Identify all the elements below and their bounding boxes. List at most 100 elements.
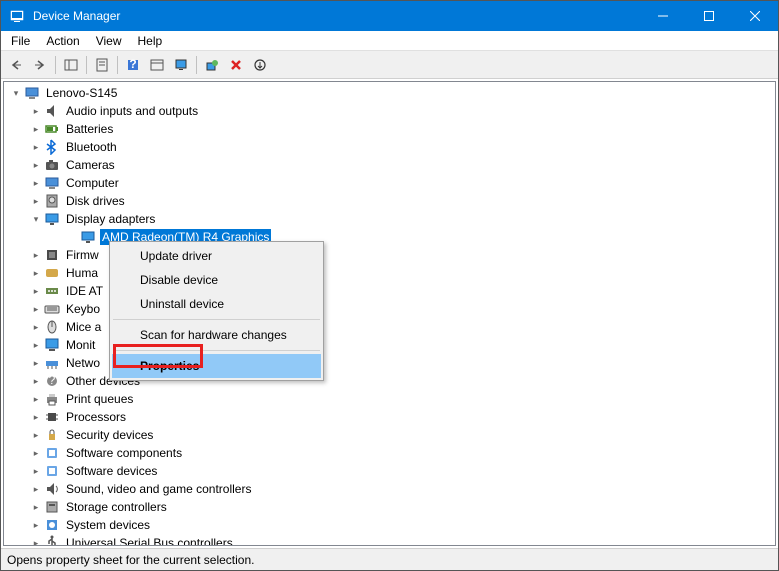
monitor-icon bbox=[44, 337, 60, 353]
show-hide-tree-button[interactable] bbox=[60, 54, 82, 76]
category-label: Disk drives bbox=[64, 193, 127, 209]
bluetooth-icon bbox=[44, 139, 60, 155]
expand-icon[interactable]: ▸ bbox=[28, 355, 44, 371]
category-label: Keybo bbox=[64, 301, 102, 317]
context-menu: Update driverDisable deviceUninstall dev… bbox=[109, 241, 324, 381]
category-label: Print queues bbox=[64, 391, 135, 407]
minimize-button[interactable] bbox=[640, 1, 686, 31]
category-label: Software devices bbox=[64, 463, 159, 479]
category-label: Batteries bbox=[64, 121, 115, 137]
menu-action[interactable]: Action bbox=[38, 32, 87, 50]
ide-icon bbox=[44, 283, 60, 299]
sound-icon bbox=[44, 481, 60, 497]
help-button[interactable]: ? bbox=[122, 54, 144, 76]
expand-icon[interactable]: ▸ bbox=[28, 139, 44, 155]
category-label: Storage controllers bbox=[64, 499, 169, 515]
expand-icon[interactable]: ▸ bbox=[28, 337, 44, 353]
tree-category[interactable]: ▸ Storage controllers bbox=[4, 498, 775, 516]
svg-text:?: ? bbox=[129, 58, 136, 71]
expand-icon[interactable]: ▸ bbox=[28, 463, 44, 479]
expand-icon[interactable]: ▸ bbox=[28, 517, 44, 533]
expand-icon[interactable]: ▸ bbox=[28, 535, 44, 546]
expand-icon[interactable]: ▸ bbox=[28, 175, 44, 191]
tree-category[interactable]: ▸Software components bbox=[4, 444, 775, 462]
scan-hardware-button[interactable] bbox=[201, 54, 223, 76]
category-label: Security devices bbox=[64, 427, 155, 443]
expand-icon[interactable]: ▸ bbox=[28, 265, 44, 281]
category-label: Universal Serial Bus controllers bbox=[64, 535, 235, 546]
action-button[interactable] bbox=[146, 54, 168, 76]
context-item[interactable]: Scan for hardware changes bbox=[112, 323, 321, 347]
tree-category[interactable]: ▸Audio inputs and outputs bbox=[4, 102, 775, 120]
context-separator bbox=[113, 319, 320, 320]
context-item[interactable]: Disable device bbox=[112, 268, 321, 292]
expand-icon[interactable]: ▸ bbox=[28, 319, 44, 335]
svg-text:?: ? bbox=[49, 373, 56, 387]
tree-category[interactable]: ▸ Disk drives bbox=[4, 192, 775, 210]
expand-icon[interactable]: ▸ bbox=[28, 103, 44, 119]
expand-icon[interactable]: ▸ bbox=[28, 193, 44, 209]
disk-icon bbox=[44, 193, 60, 209]
tree-category[interactable]: ▸ Sound, video and game controllers bbox=[4, 480, 775, 498]
category-label: Monit bbox=[64, 337, 97, 353]
expand-icon[interactable]: ▸ bbox=[28, 445, 44, 461]
tree-category[interactable]: ▸Cameras bbox=[4, 156, 775, 174]
category-label: Netwo bbox=[64, 355, 102, 371]
display-icon bbox=[80, 229, 96, 245]
context-item[interactable]: Uninstall device bbox=[112, 292, 321, 316]
monitor-button[interactable] bbox=[170, 54, 192, 76]
firmware-icon bbox=[44, 247, 60, 263]
collapse-icon[interactable]: ▾ bbox=[8, 85, 24, 101]
tree-category[interactable]: ▾Display adapters bbox=[4, 210, 775, 228]
hid-icon bbox=[44, 265, 60, 281]
tree-category[interactable]: ▸ Software devices bbox=[4, 462, 775, 480]
uninstall-button[interactable] bbox=[225, 54, 247, 76]
context-item[interactable]: Update driver bbox=[112, 244, 321, 268]
context-item[interactable]: Properties bbox=[112, 354, 321, 378]
tree-category[interactable]: ▸ Universal Serial Bus controllers bbox=[4, 534, 775, 546]
expand-icon[interactable]: ▸ bbox=[28, 301, 44, 317]
expand-icon[interactable]: ▸ bbox=[28, 247, 44, 263]
camera-icon bbox=[44, 157, 60, 173]
category-label: Sound, video and game controllers bbox=[64, 481, 253, 497]
menu-view[interactable]: View bbox=[88, 32, 130, 50]
back-button[interactable] bbox=[5, 54, 27, 76]
expand-icon[interactable]: ▸ bbox=[28, 427, 44, 443]
expand-icon[interactable]: ▸ bbox=[28, 121, 44, 137]
forward-button[interactable] bbox=[29, 54, 51, 76]
menubar: File Action View Help bbox=[1, 31, 778, 51]
tree-category[interactable]: ▸System devices bbox=[4, 516, 775, 534]
computer-icon bbox=[44, 175, 60, 191]
tree-category[interactable]: ▸Computer bbox=[4, 174, 775, 192]
category-label: Mice a bbox=[64, 319, 103, 335]
tree-category[interactable]: ▸Processors bbox=[4, 408, 775, 426]
expand-icon[interactable]: ▾ bbox=[28, 211, 44, 227]
category-label: Bluetooth bbox=[64, 139, 119, 155]
app-icon bbox=[9, 8, 25, 24]
tree-category[interactable]: ▸ Security devices bbox=[4, 426, 775, 444]
computer-icon bbox=[24, 85, 40, 101]
expand-icon[interactable]: ▸ bbox=[28, 499, 44, 515]
expand-icon[interactable]: ▸ bbox=[28, 391, 44, 407]
properties-button[interactable] bbox=[91, 54, 113, 76]
expand-icon[interactable]: ▸ bbox=[28, 481, 44, 497]
software-icon bbox=[44, 445, 60, 461]
menu-file[interactable]: File bbox=[3, 32, 38, 50]
tree-category[interactable]: ▸ Print queues bbox=[4, 390, 775, 408]
tree-root[interactable]: ▾Lenovo-S145 bbox=[4, 84, 775, 102]
tree-category[interactable]: ▸ Bluetooth bbox=[4, 138, 775, 156]
tree-category[interactable]: ▸ Batteries bbox=[4, 120, 775, 138]
mouse-icon bbox=[44, 319, 60, 335]
update-button[interactable] bbox=[249, 54, 271, 76]
status-text: Opens property sheet for the current sel… bbox=[7, 553, 254, 567]
storage-icon bbox=[44, 499, 60, 515]
expand-icon[interactable]: ▸ bbox=[28, 157, 44, 173]
software-icon bbox=[44, 463, 60, 479]
expand-icon[interactable]: ▸ bbox=[28, 283, 44, 299]
expand-icon[interactable]: ▸ bbox=[28, 373, 44, 389]
close-button[interactable] bbox=[732, 1, 778, 31]
menu-help[interactable]: Help bbox=[130, 32, 171, 50]
keyboard-icon bbox=[44, 301, 60, 317]
expand-icon[interactable]: ▸ bbox=[28, 409, 44, 425]
maximize-button[interactable] bbox=[686, 1, 732, 31]
